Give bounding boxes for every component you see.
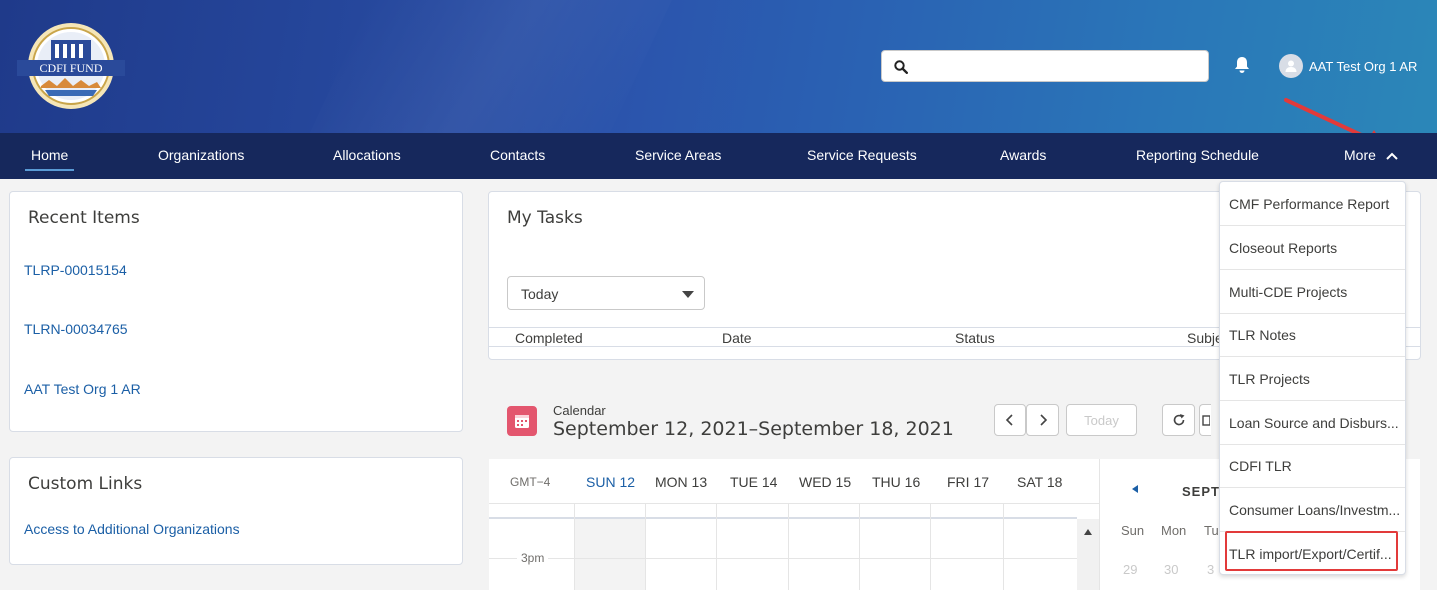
nav-item-more[interactable]: More <box>1344 133 1398 179</box>
time-label: 3pm <box>517 551 549 565</box>
timezone-label: GMT−4 <box>510 475 551 489</box>
menu-item-cdfi-tlr[interactable]: CDFI TLR <box>1220 444 1405 488</box>
logo-text: CDFI FUND <box>39 61 102 75</box>
column-header-date[interactable]: Date <box>722 330 752 346</box>
mini-weekday: Tu <box>1204 523 1219 538</box>
day-header-sat[interactable]: SAT 18 <box>1017 474 1062 490</box>
chevron-up-icon <box>1386 152 1398 161</box>
custom-link[interactable]: Access to Additional Organizations <box>24 521 240 537</box>
menu-item-multi-cde-projects[interactable]: Multi-CDE Projects <box>1220 270 1405 314</box>
nav-item-awards[interactable]: Awards <box>1000 133 1046 179</box>
menu-item-tlr-notes[interactable]: TLR Notes <box>1220 313 1405 357</box>
week-day-header: GMT−4 SUN 12 MON 13 TUE 14 WED 15 THU 16… <box>489 459 1099 503</box>
recent-item-link[interactable]: TLRP-00015154 <box>24 262 127 278</box>
calendar-view-button[interactable] <box>1199 404 1211 436</box>
recent-items-title: Recent Items <box>28 208 140 228</box>
column-header-subject[interactable]: Subje <box>1187 330 1223 346</box>
scroll-up-icon <box>1084 529 1092 535</box>
notifications-bell-icon[interactable] <box>1232 55 1252 75</box>
more-label: More <box>1344 147 1376 163</box>
menu-item-tlr-projects[interactable]: TLR Projects <box>1220 357 1405 401</box>
mini-weekday: Sun <box>1121 523 1145 538</box>
avatar <box>1279 54 1303 78</box>
caret-down-icon <box>682 291 694 298</box>
custom-links-title: Custom Links <box>28 474 143 494</box>
nav-item-service-requests[interactable]: Service Requests <box>807 133 917 179</box>
nav-item-organizations[interactable]: Organizations <box>158 133 244 179</box>
search-icon <box>894 60 908 74</box>
header-decoration <box>269 0 691 133</box>
global-search[interactable] <box>881 50 1209 82</box>
nav-item-reporting-schedule[interactable]: Reporting Schedule <box>1136 133 1259 179</box>
day-header-tue[interactable]: TUE 14 <box>730 474 777 490</box>
menu-item-consumer-loans[interactable]: Consumer Loans/Investm... <box>1220 488 1405 532</box>
custom-links-card: Custom Links Access to Additional Organi… <box>9 457 463 565</box>
column-header-completed[interactable]: Completed <box>515 330 583 346</box>
mini-weekday: Mon <box>1161 523 1187 538</box>
day-header-sun[interactable]: SUN 12 <box>586 474 635 490</box>
day-header-wed[interactable]: WED 15 <box>799 474 851 490</box>
recent-items-card: Recent Items TLRP-00015154 TLRN-00034765… <box>9 191 463 432</box>
nav-item-home[interactable]: Home <box>24 133 75 179</box>
nav-item-service-areas[interactable]: Service Areas <box>635 133 721 179</box>
mini-date[interactable]: 3 <box>1207 562 1214 577</box>
task-filter-select[interactable]: Today <box>507 276 705 310</box>
mini-date[interactable]: 30 <box>1164 562 1178 577</box>
day-header-fri[interactable]: FRI 17 <box>947 474 989 490</box>
previous-month-icon[interactable] <box>1131 484 1139 494</box>
menu-item-loan-source-and-disbursement[interactable]: Loan Source and Disburs... <box>1220 401 1405 445</box>
search-input[interactable] <box>916 55 1202 77</box>
mini-date[interactable]: 29 <box>1123 562 1137 577</box>
menu-item-closeout-reports[interactable]: Closeout Reports <box>1220 226 1405 270</box>
day-header-thu[interactable]: THU 16 <box>872 474 920 490</box>
calendar-label: Calendar <box>553 403 606 418</box>
chevron-left-icon <box>1005 414 1013 426</box>
previous-week-button[interactable] <box>994 404 1026 436</box>
menu-item-cmf-performance-report[interactable]: CMF Performance Report <box>1220 182 1405 226</box>
recent-item-link[interactable]: AAT Test Org 1 AR <box>24 381 141 397</box>
calendar-small-icon <box>1201 415 1210 426</box>
next-week-button[interactable] <box>1026 404 1059 436</box>
user-name: AAT Test Org 1 AR <box>1309 58 1418 74</box>
day-header-mon[interactable]: MON 13 <box>655 474 707 490</box>
refresh-button[interactable] <box>1162 404 1195 436</box>
more-menu-dropdown: CMF Performance Report Closeout Reports … <box>1219 181 1406 575</box>
column-header-status[interactable]: Status <box>955 330 995 346</box>
task-filter-value: Today <box>521 286 559 302</box>
navigation-bar: Home Organizations Allocations Contacts … <box>0 133 1437 179</box>
nav-item-allocations[interactable]: Allocations <box>333 133 401 179</box>
my-tasks-title: My Tasks <box>507 208 583 228</box>
user-icon <box>1285 60 1297 72</box>
today-button[interactable]: Today <box>1066 404 1137 436</box>
calendar-icon <box>507 406 537 436</box>
chevron-right-icon <box>1039 414 1047 426</box>
nav-item-contacts[interactable]: Contacts <box>490 133 545 179</box>
user-profile-menu[interactable]: AAT Test Org 1 AR <box>1279 54 1417 78</box>
recent-item-link[interactable]: TLRN-00034765 <box>24 321 128 337</box>
global-header: CDFI FUND AAT Test Org 1 AR <box>0 0 1437 133</box>
menu-item-tlr-import-export-certification[interactable]: TLR import/Export/Certif... <box>1220 532 1405 576</box>
cdfi-fund-logo[interactable]: CDFI FUND <box>17 22 125 110</box>
refresh-icon <box>1173 414 1184 426</box>
scrollbar[interactable] <box>1077 519 1099 590</box>
calendar-date-range: September 12, 2021–September 18, 2021 <box>553 418 954 440</box>
